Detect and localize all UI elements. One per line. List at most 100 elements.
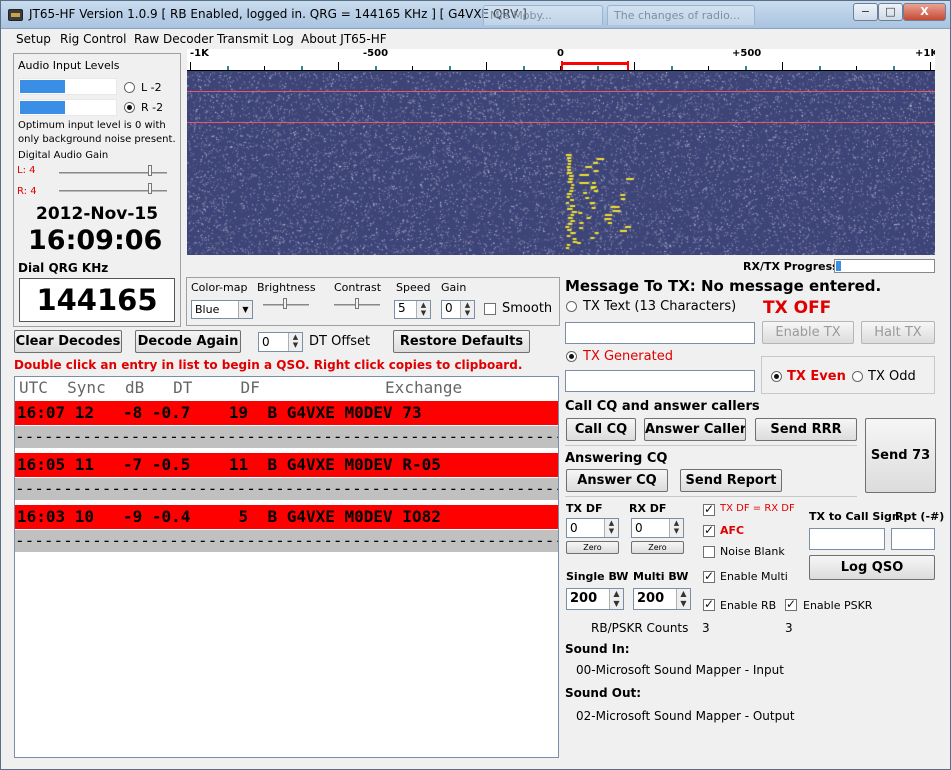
log-qso-button[interactable]: Log QSO: [809, 555, 935, 580]
menu-raw-decoder[interactable]: Raw Decoder: [134, 32, 214, 46]
dial-qrg-value[interactable]: 144165: [19, 278, 175, 322]
tx-even-radio[interactable]: [771, 371, 782, 382]
close-button[interactable]: X: [903, 3, 946, 21]
decode-row[interactable]: 16:03 10 -9 -0.4 5 B G4VXE M0DEV IO82: [15, 505, 558, 529]
left-channel-radio[interactable]: [124, 82, 135, 93]
scale-tick: [930, 62, 931, 70]
send-report-button[interactable]: Send Report: [680, 469, 782, 492]
dt-offset-spinner[interactable]: 0 ▲ ▼: [258, 332, 303, 352]
enable-multi-label: Enable Multi: [720, 570, 788, 583]
afc-checkbox[interactable]: [703, 523, 715, 537]
background-tab: The changes of radio...: [607, 5, 755, 25]
minimize-button[interactable]: −: [853, 3, 878, 21]
menu-about[interactable]: About JT65-HF: [301, 32, 387, 46]
rx-df-label: RX DF: [629, 502, 667, 515]
spinner-arrows-icon[interactable]: ▲ ▼: [669, 519, 683, 537]
send-rrr-button[interactable]: Send RRR: [755, 418, 857, 441]
sound-in-device[interactable]: 00-Microsoft Sound Mapper - Input: [576, 663, 784, 677]
enable-multi-checkbox[interactable]: [703, 569, 715, 583]
menu-setup[interactable]: Setup: [16, 32, 51, 46]
decode-separator: ----------------------------------------…: [15, 426, 558, 448]
clear-decodes-button[interactable]: Clear Decodes: [14, 330, 122, 353]
chevron-down-icon[interactable]: ▼: [238, 301, 252, 318]
scale-tick: [708, 66, 709, 70]
spinner-arrows-icon[interactable]: ▲ ▼: [288, 333, 302, 351]
tx-odd-radio[interactable]: [852, 371, 863, 382]
level-note-1: Optimum input level is 0 with: [18, 120, 166, 131]
gain-left-thumb[interactable]: [148, 165, 152, 176]
restore-defaults-button[interactable]: Restore Defaults: [393, 330, 530, 353]
scale-tick: [893, 66, 895, 70]
divider: [565, 496, 857, 497]
noise-blank-checkbox[interactable]: [703, 546, 715, 558]
call-cq-button[interactable]: Call CQ: [566, 418, 636, 441]
enable-rb-checkbox[interactable]: [703, 597, 715, 611]
menu-transmit-log[interactable]: Transmit Log: [217, 32, 294, 46]
answer-cq-button[interactable]: Answer CQ: [566, 469, 668, 492]
spinner-arrows-icon[interactable]: ▲ ▼: [609, 589, 623, 609]
tx-text-radio[interactable]: [566, 301, 577, 312]
sound-out-device[interactable]: 02-Microsoft Sound Mapper - Output: [576, 709, 795, 723]
sound-in-label: Sound In:: [565, 642, 630, 656]
gain-right-thumb[interactable]: [148, 183, 152, 194]
scale-tick: [227, 66, 229, 70]
smooth-checkbox[interactable]: [484, 303, 496, 315]
passband-marker: [561, 62, 629, 65]
left-level-meter: [18, 78, 117, 95]
scale-tick: [782, 62, 783, 70]
enable-pskr-label: Enable PSKR: [803, 599, 873, 612]
tx-df-zero-button[interactable]: Zero: [566, 541, 619, 554]
decode-list[interactable]: UTC Sync dB DT DF Exchange 16:07 12 -8 -…: [14, 376, 559, 758]
rx-df-spinner[interactable]: 0 ▲ ▼: [631, 518, 684, 538]
waterfall-display[interactable]: -1K -500 0 +500 +1K: [187, 49, 935, 255]
decode-row[interactable]: 16:05 11 -7 -0.5 11 B G4VXE M0DEV R-05: [15, 453, 558, 477]
spinner-arrows-icon[interactable]: ▲ ▼: [676, 589, 690, 609]
tx-text-input[interactable]: [565, 322, 755, 344]
gain-spinner[interactable]: 0 ▲ ▼: [441, 300, 475, 319]
scale-label: +1K: [915, 49, 935, 59]
audio-panel: Audio Input Levels L -2 R -2 Optimum inp…: [13, 53, 181, 327]
rpt-input[interactable]: [891, 528, 935, 550]
answering-cq-title: Answering CQ: [565, 451, 668, 466]
spinner-arrows-icon[interactable]: ▲ ▼: [416, 301, 430, 318]
enable-tx-button[interactable]: Enable TX: [762, 321, 854, 344]
decode-again-button[interactable]: Decode Again: [135, 330, 241, 353]
tx-to-call-input[interactable]: [809, 528, 885, 550]
rx-df-zero-button[interactable]: Zero: [631, 541, 684, 554]
title-bar[interactable]: JT65-HF Version 1.0.9 [ RB Enabled, logg…: [1, 1, 950, 29]
tx-generated-radio[interactable]: [566, 351, 577, 362]
colormap-select[interactable]: Blue ▼: [191, 300, 253, 319]
scale-tick: [486, 62, 487, 70]
right-channel-radio[interactable]: [124, 102, 135, 113]
tx-generated-input[interactable]: [565, 370, 755, 392]
halt-tx-button[interactable]: Halt TX: [861, 321, 935, 344]
scale-tick: [375, 66, 377, 70]
passband-marker-left: [561, 61, 563, 70]
tx-df-spinner[interactable]: 0 ▲ ▼: [566, 518, 619, 538]
maximize-button[interactable]: □: [878, 3, 903, 21]
scale-label: -1K: [190, 49, 209, 59]
gain-right-label: R: 4: [17, 186, 37, 197]
menu-rig-control[interactable]: Rig Control: [60, 32, 126, 46]
scale-tick: [338, 62, 339, 70]
progress-label: RX/TX Progress: [743, 260, 839, 273]
scale-label: 0: [557, 49, 564, 59]
spinner-arrows-icon[interactable]: ▲ ▼: [604, 519, 618, 537]
tx-even-label: TX Even: [787, 369, 846, 384]
brightness-thumb[interactable]: [283, 298, 287, 309]
single-bw-spinner[interactable]: 200 ▲ ▼: [566, 588, 624, 610]
enable-pskr-checkbox[interactable]: [785, 597, 797, 611]
decode-hint: Double click an entry in list to begin a…: [14, 358, 523, 372]
decode-row[interactable]: 16:07 12 -8 -0.7 19 B G4VXE M0DEV 73: [15, 401, 558, 425]
contrast-thumb[interactable]: [355, 298, 359, 309]
right-channel-label: R -2: [141, 101, 164, 114]
answer-caller-button[interactable]: Answer Caller: [644, 418, 746, 441]
scale-tick: [671, 66, 673, 70]
level-note-2: only background noise present.: [18, 134, 176, 145]
speed-spinner[interactable]: 5 ▲ ▼: [394, 300, 431, 319]
tx-to-call-label: TX to Call Sign: [809, 510, 900, 523]
send-73-button[interactable]: Send 73: [865, 418, 936, 493]
multi-bw-spinner[interactable]: 200 ▲ ▼: [633, 588, 691, 610]
txdf-eq-rxdf-checkbox[interactable]: [703, 502, 715, 516]
spinner-arrows-icon[interactable]: ▲ ▼: [460, 301, 474, 318]
